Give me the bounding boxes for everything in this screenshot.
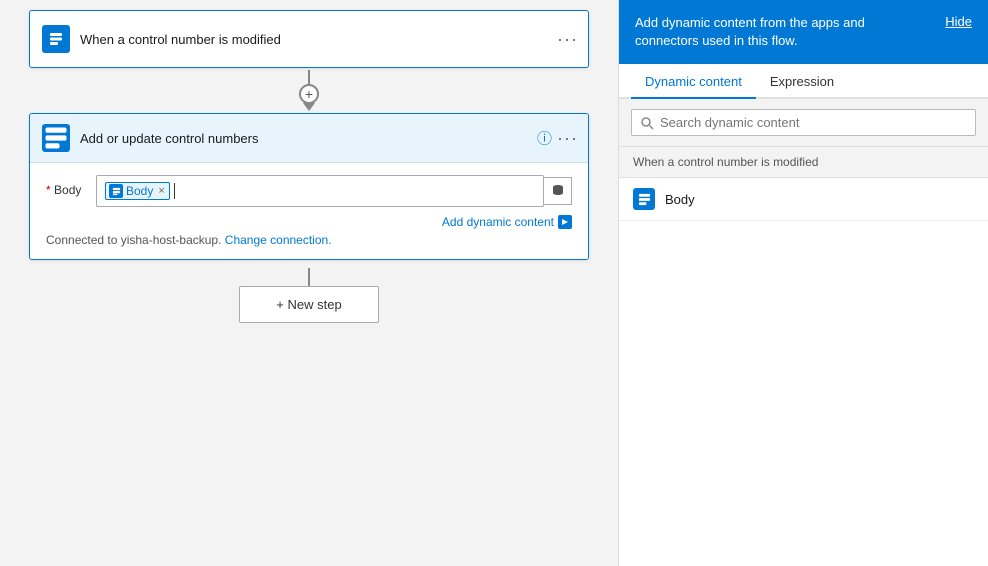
right-panel: Add dynamic content from the apps and co… (618, 0, 988, 566)
action-more-button[interactable]: ··· (557, 129, 578, 147)
tab-expression[interactable]: Expression (756, 64, 848, 99)
right-panel-tabs: Dynamic content Expression (619, 64, 988, 99)
search-icon (640, 116, 654, 130)
action-title: Add or update control numbers (80, 131, 259, 146)
section-label: When a control number is modified (619, 147, 988, 178)
body-token-svg (112, 187, 121, 196)
db-svg-icon (551, 184, 565, 198)
connection-text: Connected to yisha-host-backup. (46, 233, 221, 247)
trigger-svg-icon (48, 31, 64, 47)
connection-info: Connected to yisha-host-backup. Change c… (46, 233, 572, 247)
database-icon-button[interactable] (544, 177, 572, 205)
add-dynamic-arrow-icon (558, 215, 572, 229)
trigger-action-connector: + (299, 70, 319, 111)
add-dynamic-label: Add dynamic content (442, 215, 554, 229)
action-card-header: Add or update control numbers ⓘ ··· (30, 114, 588, 163)
add-dynamic-link[interactable]: Add dynamic content (442, 215, 572, 229)
new-step-connector-line (308, 268, 310, 286)
new-step-button[interactable]: + New step (239, 286, 378, 323)
trigger-card: When a control number is modified ··· (29, 10, 589, 68)
body-token-icon (109, 184, 123, 198)
body-token-input[interactable]: Body × (96, 175, 544, 207)
add-dynamic-row: Add dynamic content (46, 215, 572, 229)
action-icon (42, 124, 70, 152)
right-panel-header-text: Add dynamic content from the apps and co… (635, 14, 945, 50)
body-field-row: * Body Body (46, 175, 572, 207)
change-connection-link[interactable]: Change connection. (225, 233, 332, 247)
search-section (619, 99, 988, 147)
dynamic-item-body-label: Body (665, 192, 695, 207)
connector-plus[interactable]: + (299, 84, 319, 104)
body-label-text: Body (54, 183, 81, 197)
trigger-more-button[interactable]: ··· (557, 30, 578, 48)
action-svg-icon (42, 124, 70, 152)
search-input[interactable] (660, 115, 967, 130)
body-token: Body × (105, 182, 170, 200)
body-token-label: Body (126, 184, 153, 198)
search-box (631, 109, 976, 136)
new-step-wrap: + New step (239, 268, 378, 323)
dynamic-item-body-svg (638, 193, 651, 206)
tab-dynamic-content[interactable]: Dynamic content (631, 64, 756, 99)
action-info-button[interactable]: ⓘ (537, 128, 552, 149)
connector-line-top (308, 70, 310, 84)
body-field-input-wrap: Body × (96, 175, 572, 207)
connector-arrow (303, 103, 315, 111)
right-panel-header: Add dynamic content from the apps and co… (619, 0, 988, 64)
hide-button[interactable]: Hide (945, 14, 972, 29)
action-card: Add or update control numbers ⓘ ··· * Bo… (29, 113, 589, 260)
trigger-icon (42, 25, 70, 53)
trigger-title: When a control number is modified (80, 32, 281, 47)
dynamic-item-body-icon (633, 188, 655, 210)
body-field-label: * Body (46, 175, 96, 197)
dynamic-item-body[interactable]: Body (619, 178, 988, 221)
arrow-svg-icon (561, 218, 569, 226)
text-cursor (174, 183, 175, 199)
action-card-body: * Body Body (30, 163, 588, 259)
body-token-close[interactable]: × (158, 185, 164, 197)
left-panel: When a control number is modified ··· + … (0, 0, 618, 566)
